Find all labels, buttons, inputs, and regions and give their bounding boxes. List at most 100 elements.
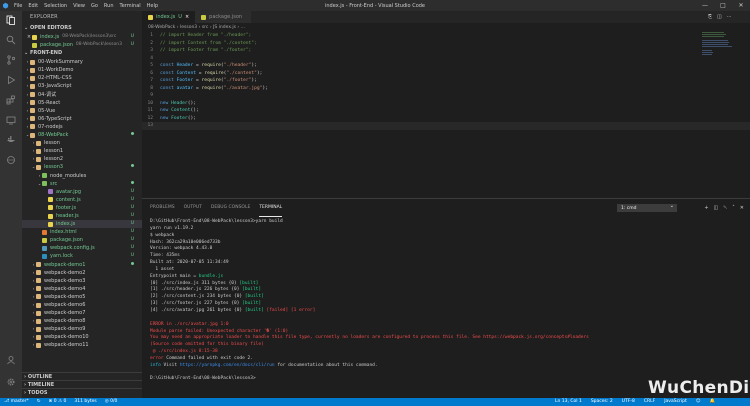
- maximize-button[interactable]: □: [714, 0, 732, 11]
- new-terminal-icon[interactable]: +: [704, 204, 708, 212]
- tree-file[interactable]: yarn.lock U: [22, 252, 142, 260]
- tree-folder[interactable]: › 07-nodejs: [22, 123, 142, 131]
- tree-folder[interactable]: › webpack-demo8: [22, 317, 142, 325]
- panel-tab-problems[interactable]: PROBLEMS: [150, 199, 175, 217]
- source-control-icon[interactable]: [0, 51, 22, 69]
- kill-terminal-icon[interactable]: ␡: [723, 204, 727, 212]
- open-editor-item[interactable]: × index.js 08-WebPack\lesson3\src U: [22, 33, 142, 41]
- split-editor-icon[interactable]: ◫: [717, 14, 722, 20]
- tree-file[interactable]: package.json U: [22, 236, 142, 244]
- panel-tab-terminal[interactable]: TERMINAL: [259, 199, 283, 217]
- git-branch-status[interactable]: ⎇ master*: [4, 398, 29, 406]
- tree-folder[interactable]: ⌄ 08-WebPack: [22, 131, 142, 139]
- split-terminal-icon[interactable]: ◫: [714, 204, 719, 212]
- language-mode-status[interactable]: JavaScript: [664, 398, 687, 406]
- extensions-icon[interactable]: [0, 91, 22, 109]
- account-icon[interactable]: [0, 351, 22, 369]
- tree-folder[interactable]: › 06-TypeScript: [22, 115, 142, 123]
- workspace-section[interactable]: ⌄ FRONT-END: [22, 49, 142, 58]
- tree-folder[interactable]: › webpack-demo6: [22, 301, 142, 309]
- tree-file[interactable]: content.js U: [22, 196, 142, 204]
- tree-folder[interactable]: › 03-JavaScript: [22, 82, 142, 90]
- tree-folder[interactable]: › webpack-demo3: [22, 277, 142, 285]
- tree-file[interactable]: header.js U: [22, 212, 142, 220]
- tree-folder[interactable]: › 05-React: [22, 99, 142, 107]
- tree-folder[interactable]: › webpack-demo4: [22, 285, 142, 293]
- feedback-icon[interactable]: ☺: [696, 398, 701, 406]
- tree-folder[interactable]: › webpack-demo7: [22, 309, 142, 317]
- menu-item-selection[interactable]: Selection: [44, 3, 67, 9]
- run-debug-icon[interactable]: [0, 71, 22, 89]
- panel-tab-debug-console[interactable]: DEBUG CONSOLE: [211, 199, 250, 217]
- folder-icon: [36, 278, 41, 284]
- encoding-status[interactable]: UTF-8: [622, 398, 635, 406]
- code-editor[interactable]: 1 // import Header from "./header"; 2 // im…: [142, 32, 750, 198]
- close-window-button[interactable]: ✕: [732, 0, 750, 11]
- browser-icon[interactable]: [0, 151, 22, 169]
- tree-file[interactable]: index.html U: [22, 228, 142, 236]
- timeline-section[interactable]: › TIMELINE: [22, 380, 142, 388]
- minimize-button[interactable]: —: [696, 0, 714, 11]
- search-icon[interactable]: [0, 31, 22, 49]
- notifications-icon[interactable]: 🔔: [709, 398, 715, 406]
- tree-folder[interactable]: ⌄ lesson3: [22, 163, 142, 171]
- menu-item-run[interactable]: Run: [104, 3, 114, 9]
- cursor-position-status[interactable]: Ln 13, Col 1: [555, 398, 582, 406]
- tree-folder[interactable]: › lesson2: [22, 155, 142, 163]
- terminal-text: [1] ./src/header.js 226 bytes {0}: [150, 287, 243, 293]
- outline-section[interactable]: › OUTLINE: [22, 372, 142, 380]
- tree-folder[interactable]: › lesson1: [22, 147, 142, 155]
- tree-folder[interactable]: › lesson: [22, 139, 142, 147]
- open-editors-section[interactable]: ⌄ OPEN EDITORS: [22, 24, 142, 33]
- menu-item-view[interactable]: View: [73, 3, 85, 9]
- tree-file[interactable]: footer.js U: [22, 204, 142, 212]
- tree-folder[interactable]: › webpack-demo5: [22, 293, 142, 301]
- close-panel-icon[interactable]: ✕: [740, 204, 744, 212]
- terminal-output[interactable]: D:\GitHub\Front-End\08-WebPack\lesson3> y…: [150, 219, 742, 383]
- menu-item-file[interactable]: File: [14, 3, 22, 9]
- sync-icon[interactable]: ↻: [37, 398, 41, 406]
- docker-icon[interactable]: [0, 131, 22, 149]
- tree-folder[interactable]: › node_modules: [22, 172, 142, 180]
- close-icon[interactable]: ×: [185, 14, 189, 20]
- tree-folder[interactable]: › 01-WorkDemo: [22, 66, 142, 74]
- terminal-select[interactable]: 1: cmd: [617, 203, 677, 212]
- tree-file[interactable]: webpack.config.js U: [22, 244, 142, 252]
- more-actions-icon[interactable]: ⋯: [727, 14, 732, 20]
- tree-folder[interactable]: › webpack-demo11: [22, 341, 142, 349]
- file-size-status[interactable]: 311 bytes: [74, 398, 96, 406]
- tree-folder[interactable]: › 02-HTML-CSS: [22, 74, 142, 82]
- tree-folder[interactable]: › 00-WorkSummary: [22, 58, 142, 66]
- live-share-status[interactable]: ◎ 0/0: [105, 398, 118, 406]
- menu-item-go[interactable]: Go: [91, 3, 98, 9]
- breadcrumb[interactable]: 08-WebPack › lesson3 › src › JS index.js…: [142, 23, 750, 32]
- tree-file[interactable]: avatar.jpg U: [22, 188, 142, 196]
- eol-status[interactable]: CRLF: [644, 398, 655, 406]
- explorer-icon[interactable]: [0, 11, 22, 29]
- problems-status[interactable]: ⊗ 0 ⚠ 0: [49, 398, 67, 406]
- open-changes-icon[interactable]: ⎘: [708, 14, 712, 20]
- tree-folder[interactable]: ⌄ src: [22, 180, 142, 188]
- tree-folder[interactable]: › webpack-demo1: [22, 261, 142, 269]
- panel-tab-output[interactable]: OUTPUT: [184, 199, 202, 217]
- tree-folder[interactable]: › webpack-demo2: [22, 269, 142, 277]
- indentation-status[interactable]: Spaces: 2: [591, 398, 613, 406]
- code-token: new: [160, 108, 172, 113]
- tree-folder[interactable]: › 04-调试: [22, 91, 142, 99]
- maximize-panel-icon[interactable]: ˄: [732, 204, 735, 212]
- open-editor-item[interactable]: package.json 08-WebPack\lesson3 U: [22, 41, 142, 49]
- minimap[interactable]: [702, 32, 742, 92]
- tree-folder[interactable]: › webpack-demo10: [22, 333, 142, 341]
- tab-index-js[interactable]: index.js U ×: [142, 11, 196, 23]
- menu-item-help[interactable]: Help: [147, 3, 158, 9]
- remote-icon[interactable]: [0, 111, 22, 129]
- menu-item-edit[interactable]: Edit: [28, 3, 38, 9]
- tree-folder[interactable]: › 05-Vue: [22, 107, 142, 115]
- todos-section[interactable]: › TODOS: [22, 388, 142, 396]
- tree-file[interactable]: index.js U: [22, 220, 142, 229]
- open-editors-list: × index.js 08-WebPack\lesson3\src Upackage.…: [22, 33, 142, 49]
- settings-icon[interactable]: [0, 373, 22, 391]
- tree-folder[interactable]: › webpack-demo9: [22, 325, 142, 333]
- tab-package-json[interactable]: package.json: [195, 11, 252, 23]
- menu-item-terminal[interactable]: Terminal: [120, 3, 141, 9]
